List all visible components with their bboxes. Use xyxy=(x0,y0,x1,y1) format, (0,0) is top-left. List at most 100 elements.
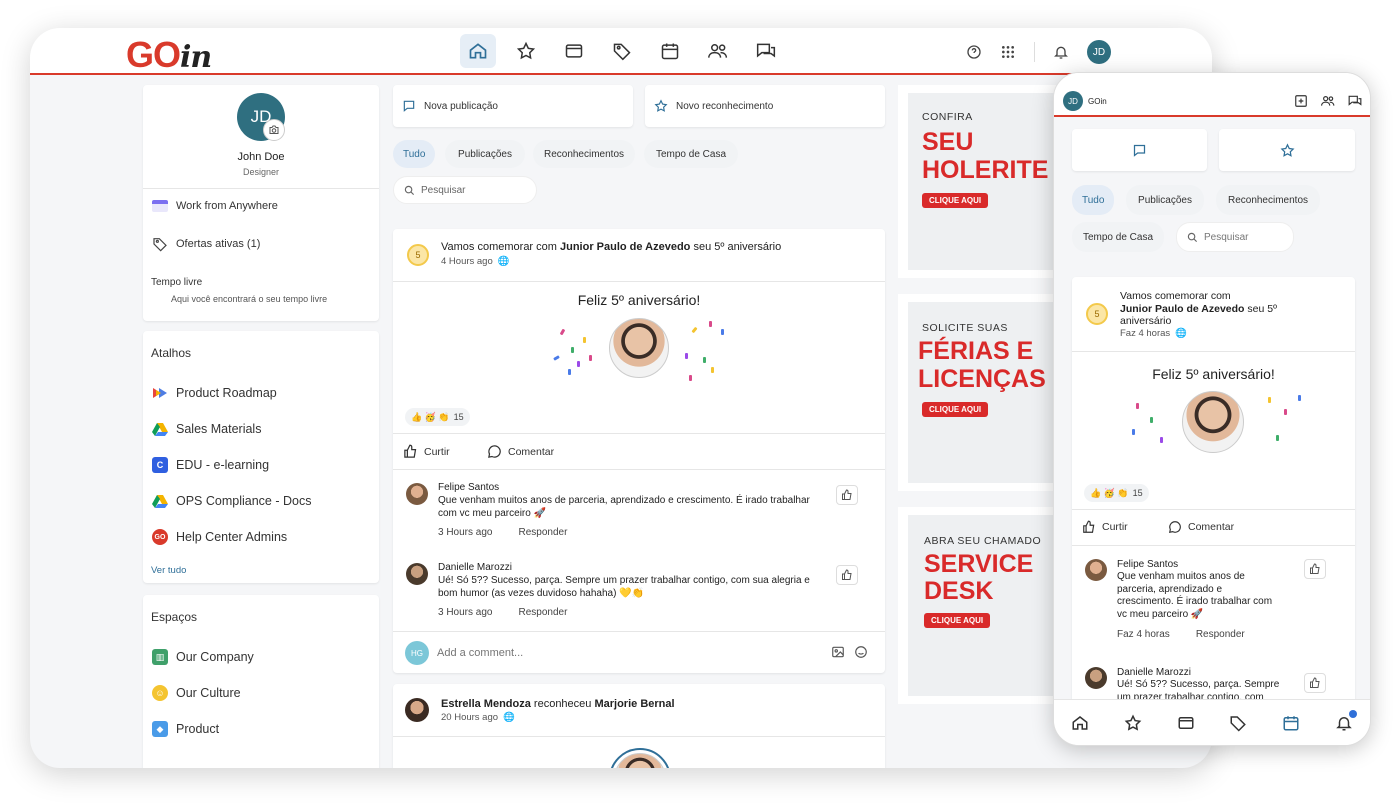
reactions-summary[interactable]: 👍 🥳 👏 15 xyxy=(405,408,470,426)
banner-cta-button[interactable]: CLIQUE AQUI xyxy=(922,193,989,208)
filter-publicacoes[interactable]: Publicações xyxy=(445,140,525,168)
comment-like-button[interactable] xyxy=(836,485,858,505)
space-product[interactable]: ◆ Product xyxy=(152,721,219,737)
mobile-filter-tudo[interactable]: Tudo xyxy=(1072,185,1115,215)
mobile-new-recognition-button[interactable] xyxy=(1219,129,1355,171)
filter-tudo[interactable]: Tudo xyxy=(393,140,436,168)
mobile-new-post-button[interactable] xyxy=(1072,129,1207,171)
work-anywhere-item[interactable]: Work from Anywhere xyxy=(152,200,278,212)
commenter-avatar[interactable] xyxy=(406,483,428,505)
comment-like-button[interactable] xyxy=(1304,673,1326,693)
comment-text: Que venham muitos anos de parceria, apren… xyxy=(1117,571,1273,620)
reactions-summary[interactable]: 👍 🥳 👏 15 xyxy=(1084,484,1149,502)
commenter-avatar[interactable] xyxy=(406,563,428,585)
mobile-filter-publicacoes[interactable]: Publicações xyxy=(1126,185,1204,215)
commenter-name[interactable]: Danielle Marozzi xyxy=(1117,667,1191,678)
comment-icon xyxy=(487,444,502,459)
help-icon[interactable] xyxy=(966,44,982,60)
actor-avatar[interactable] xyxy=(405,698,429,722)
image-icon[interactable] xyxy=(831,645,845,659)
goin-icon: GO xyxy=(152,529,168,545)
building-icon: ▥ xyxy=(152,649,168,665)
profile-name: John Doe xyxy=(237,151,285,163)
apps-grid-icon[interactable] xyxy=(1000,44,1016,60)
shortcut-product-roadmap[interactable]: Product Roadmap xyxy=(152,385,277,401)
comment-like-button[interactable] xyxy=(1304,559,1326,579)
shortcut-help-center[interactable]: GO Help Center Admins xyxy=(152,529,287,545)
search-input[interactable]: Pesquisar xyxy=(393,176,537,204)
tag-icon[interactable] xyxy=(1229,714,1247,732)
new-recognition-button[interactable]: Novo reconhecimento xyxy=(645,85,885,127)
banner-kicker: SOLICITE SUAS xyxy=(922,322,1008,334)
add-post-icon[interactable] xyxy=(1294,94,1308,108)
comment-input[interactable] xyxy=(437,642,817,664)
reply-button[interactable]: Responder xyxy=(518,527,567,538)
mobile-avatar[interactable]: JD xyxy=(1063,91,1083,111)
comment-button[interactable]: Comentar xyxy=(487,444,554,459)
camera-icon[interactable] xyxy=(263,119,285,141)
home-icon[interactable] xyxy=(1071,714,1089,732)
people-icon[interactable] xyxy=(1320,94,1336,108)
bell-icon[interactable] xyxy=(1053,44,1069,60)
commenter-name[interactable]: Felipe Santos xyxy=(1117,559,1178,570)
people-icon[interactable] xyxy=(700,34,736,68)
space-our-culture[interactable]: ☺ Our Culture xyxy=(152,685,241,701)
commenter-avatar[interactable] xyxy=(1085,667,1107,689)
mobile-filter-tempo-de-casa[interactable]: Tempo de Casa xyxy=(1072,222,1164,252)
comment-meta: 3 Hours ago Responder xyxy=(438,607,567,618)
offers-item[interactable]: Ofertas ativas (1) xyxy=(152,236,260,252)
shortcut-label: Sales Materials xyxy=(176,422,262,436)
goin-logo[interactable]: GOin xyxy=(126,34,212,76)
comment-like-button[interactable] xyxy=(836,565,858,585)
bell-icon[interactable] xyxy=(1335,709,1357,732)
comment-button[interactable]: Comentar xyxy=(1168,520,1234,534)
emoji-icon[interactable] xyxy=(854,645,868,659)
reply-button[interactable]: Responder xyxy=(1196,629,1245,640)
search-icon xyxy=(1187,232,1198,243)
filter-tempo-de-casa[interactable]: Tempo de Casa xyxy=(644,140,738,168)
star-icon[interactable] xyxy=(508,34,544,68)
see-all-link[interactable]: Ver tudo xyxy=(151,565,186,576)
filter-reconhecimentos[interactable]: Reconhecimentos xyxy=(533,140,635,168)
post-person-link[interactable]: Junior Paulo de Azevedo xyxy=(560,241,690,253)
like-button[interactable]: Curtir xyxy=(403,444,450,459)
mobile-header: JD GOin xyxy=(1054,73,1370,117)
mobile-filter-reconhecimentos[interactable]: Reconhecimentos xyxy=(1216,185,1320,215)
home-icon[interactable] xyxy=(460,34,496,68)
banner-cta-button[interactable]: CLIQUE AQUI xyxy=(924,613,991,628)
mobile-search-input[interactable]: Pesquisar xyxy=(1176,222,1294,252)
shortcut-sales-materials[interactable]: Sales Materials xyxy=(152,421,261,437)
wallet-icon[interactable] xyxy=(556,34,592,68)
space-our-company[interactable]: ▥ Our Company xyxy=(152,649,254,665)
commenter-avatar[interactable] xyxy=(1085,559,1107,581)
chat-icon[interactable] xyxy=(748,34,784,68)
chat-icon[interactable] xyxy=(1347,94,1363,108)
comment-text: Ué! Só 5?? Sucesso, parça. Sempre um pra… xyxy=(438,575,810,599)
mobile-app-name: GOin xyxy=(1088,97,1107,106)
post-header: Vamos comemorar com Junior Paulo de Azev… xyxy=(1120,290,1277,327)
commenter-name[interactable]: Danielle Marozzi xyxy=(438,562,512,573)
banner-title: SERVICE xyxy=(924,550,1034,578)
shortcut-ops-compliance[interactable]: OPS Compliance - Docs xyxy=(152,493,311,509)
wallet-icon[interactable] xyxy=(1177,714,1195,732)
reply-button[interactable]: Responder xyxy=(518,607,567,618)
divider xyxy=(1034,42,1035,62)
roadmap-icon xyxy=(152,385,168,401)
comment-time: 3 Hours ago xyxy=(438,527,493,538)
spaces-title: Espaços xyxy=(151,610,198,624)
like-button[interactable]: Curtir xyxy=(1082,520,1128,534)
star-icon[interactable] xyxy=(1124,714,1142,732)
commenter-name[interactable]: Felipe Santos xyxy=(438,482,499,493)
banner-cta-button[interactable]: CLIQUE AQUI xyxy=(922,402,989,417)
diamond-icon: ◆ xyxy=(152,721,168,737)
notification-dot xyxy=(1348,709,1357,718)
user-avatar[interactable]: JD xyxy=(1087,40,1111,64)
post-meta: Faz 4 horas 🌐 xyxy=(1120,328,1188,339)
calendar-icon[interactable] xyxy=(652,34,688,68)
calendar-icon[interactable] xyxy=(1282,714,1300,732)
new-post-button[interactable]: Nova publicação xyxy=(393,85,633,127)
shortcut-edu[interactable]: C EDU - e-learning xyxy=(152,457,269,473)
mobile-feed: Tudo Publicações Reconhecimentos Tempo d… xyxy=(1054,117,1370,707)
tag-icon[interactable] xyxy=(604,34,640,68)
smile-icon: ☺ xyxy=(152,685,168,701)
